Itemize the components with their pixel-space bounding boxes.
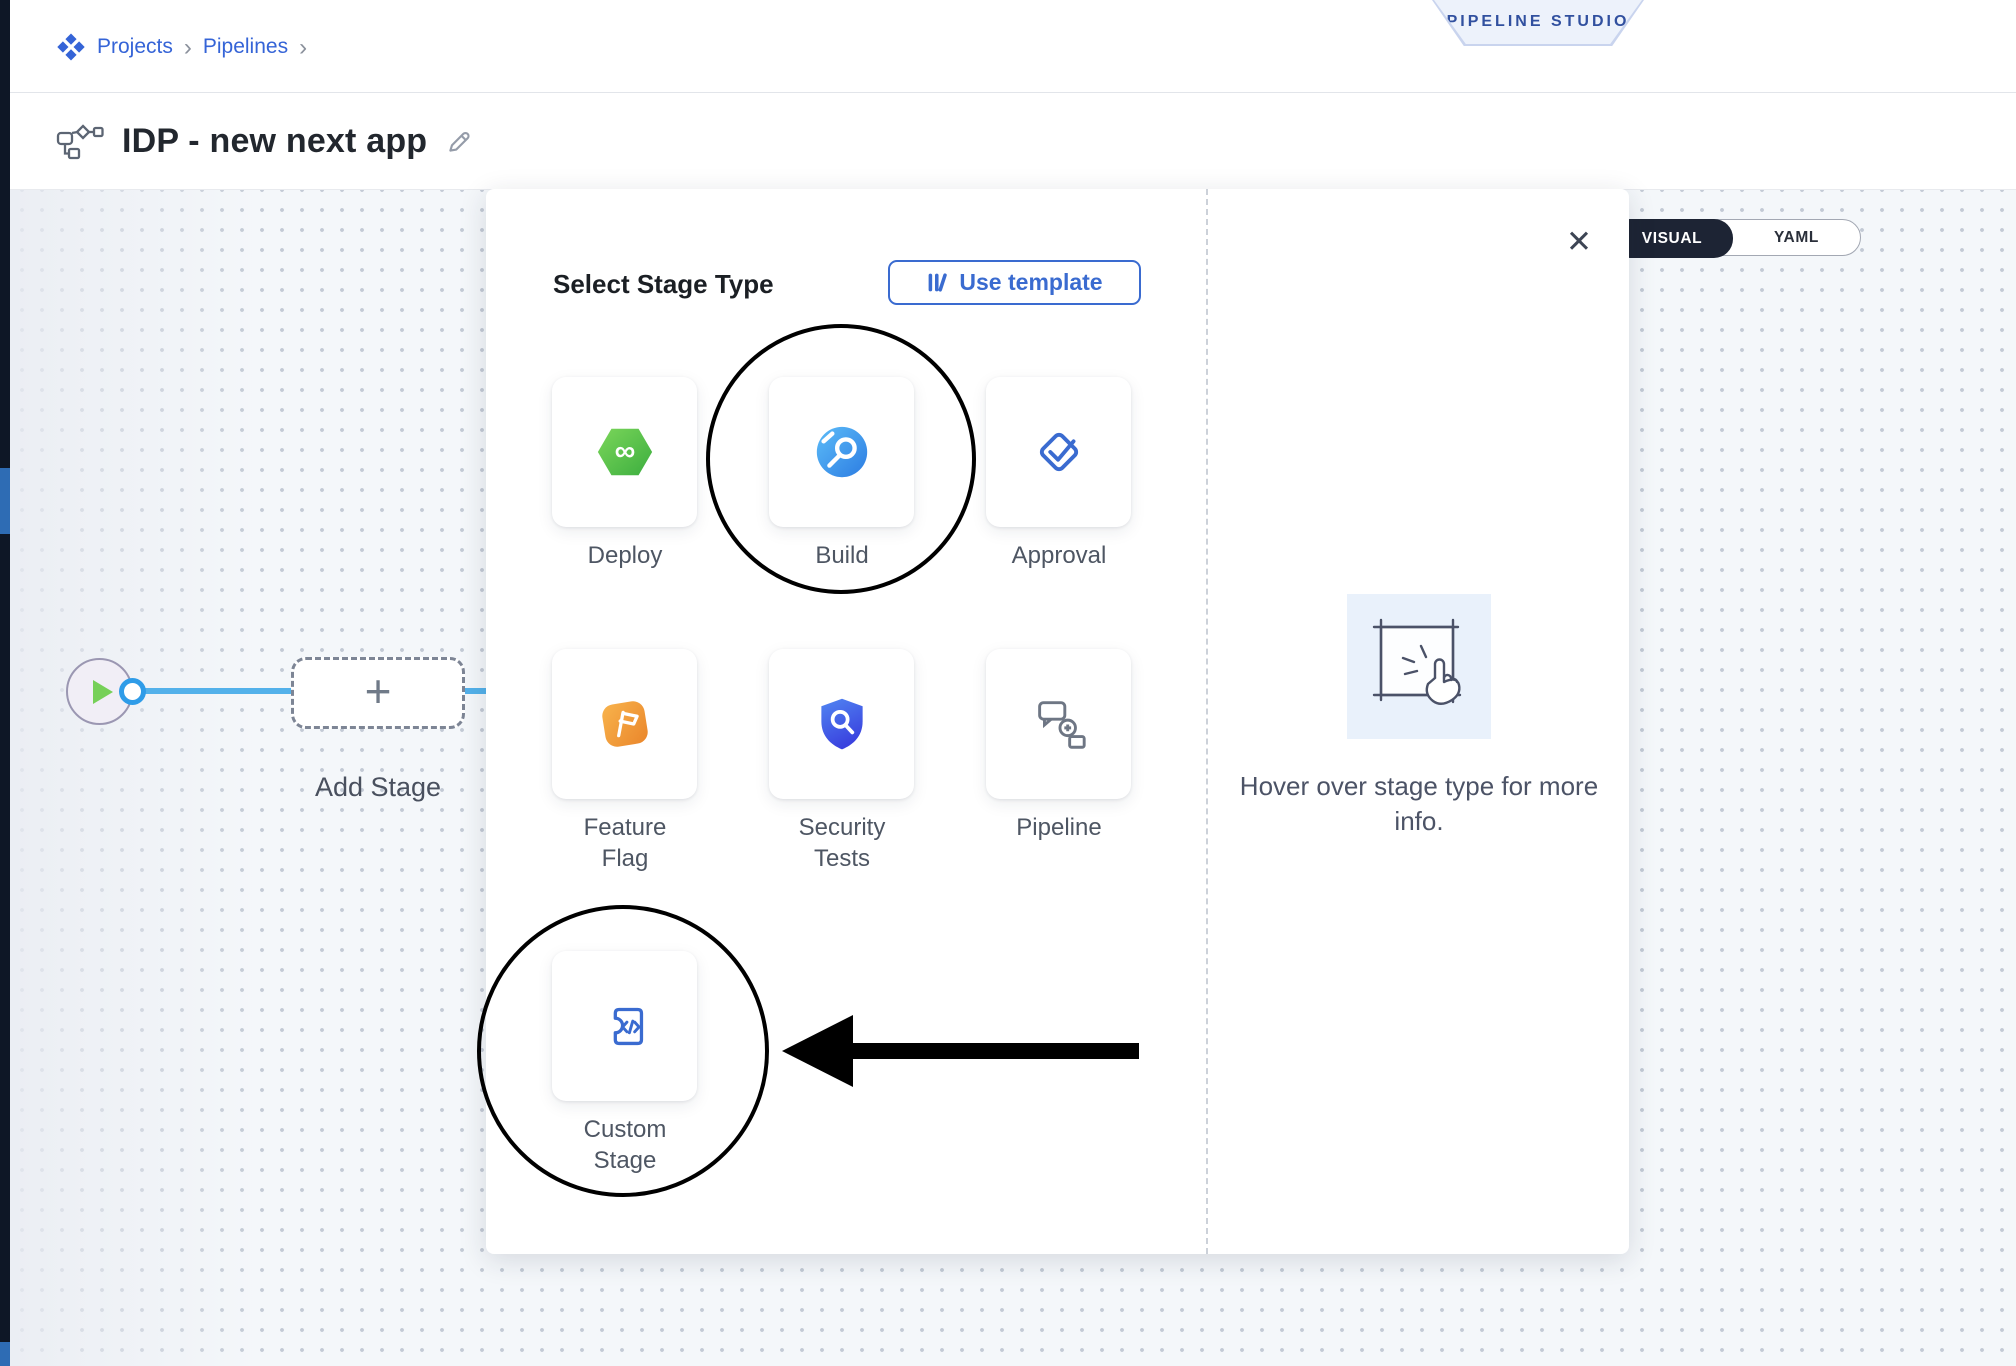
toggle-yaml-option[interactable]: YAML (1733, 220, 1860, 255)
stage-label-security-tests: Security Tests (777, 813, 907, 874)
close-icon[interactable]: ✕ (1559, 222, 1599, 262)
pipeline-graph-icon (1028, 693, 1090, 755)
left-rail (0, 0, 10, 1366)
breadcrumb-pipelines-link[interactable]: Pipelines (203, 35, 288, 59)
stage-label-deploy: Deploy (560, 541, 690, 572)
left-rail-bottom-segment (0, 1342, 10, 1366)
hover-info-text: Hover over stage type for more info. (1237, 769, 1601, 839)
select-stage-type-modal: ✕ Select Stage Type Use template ∞ Deplo… (486, 189, 1629, 1254)
edit-pencil-icon[interactable] (445, 128, 473, 156)
visual-yaml-toggle[interactable]: VISUAL YAML (1611, 219, 1861, 256)
hover-info-illustration (1347, 594, 1491, 739)
click-stage-sketch-icon (1347, 594, 1491, 739)
stage-card-security-tests[interactable] (769, 649, 914, 799)
stage-label-build: Build (777, 541, 907, 572)
stage-card-approval[interactable] (986, 377, 1131, 527)
stage-label-pipeline: Pipeline (994, 813, 1124, 844)
pipeline-title-bar: IDP - new next app VISUAL YAML (0, 93, 2016, 190)
pipeline-studio-badge: PIPELINE STUDIO (1432, 0, 1644, 46)
deploy-hexagon-infinity-icon: ∞ (594, 421, 656, 483)
chevron-right-icon: › (184, 34, 192, 60)
security-shield-scan-icon (812, 693, 872, 755)
custom-stage-code-icon (594, 995, 656, 1057)
add-stage-button[interactable]: + (291, 657, 465, 729)
modal-section-divider (1206, 189, 1208, 1254)
add-stage-label: Add Stage (268, 772, 488, 803)
svg-text:∞: ∞ (614, 436, 635, 468)
left-rail-active-segment (0, 468, 10, 534)
stage-label-feature-flag: Feature Flag (560, 813, 690, 874)
plus-icon: + (365, 668, 392, 714)
flow-connector-line (140, 688, 291, 694)
use-template-button[interactable]: Use template (888, 260, 1141, 305)
stage-card-custom-stage[interactable] (552, 951, 697, 1101)
use-template-label: Use template (959, 269, 1102, 296)
stage-card-feature-flag[interactable] (552, 649, 697, 799)
chevron-right-icon: › (299, 34, 307, 60)
stage-card-deploy[interactable]: ∞ (552, 377, 697, 527)
page-title: IDP - new next app (122, 122, 427, 161)
play-icon (93, 680, 113, 704)
breadcrumb-projects-link[interactable]: Projects (97, 35, 173, 59)
pipeline-studio-page: + Add Stage Projects › Pipelines › PIPEL… (0, 0, 2016, 1366)
pipeline-graph-icon (56, 124, 104, 160)
stage-label-approval: Approval (994, 541, 1124, 572)
modal-title: Select Stage Type (553, 269, 774, 300)
stage-label-custom-stage: Custom Stage (560, 1115, 690, 1176)
stage-card-pipeline[interactable] (986, 649, 1131, 799)
approval-diamond-check-icon (1028, 421, 1090, 483)
pipeline-studio-badge-label: PIPELINE STUDIO (1432, 0, 1644, 44)
harness-logo-icon (56, 32, 86, 62)
breadcrumb: Projects › Pipelines › (56, 0, 307, 93)
top-navigation-bar: Projects › Pipelines › PIPELINE STUDIO (0, 0, 2016, 93)
connector-port-icon[interactable] (119, 678, 146, 705)
toggle-visual-option[interactable]: VISUAL (1611, 219, 1733, 258)
build-ci-circle-icon (811, 421, 873, 483)
stage-card-build[interactable] (769, 377, 914, 527)
template-library-icon (926, 271, 949, 294)
feature-flag-icon (594, 693, 656, 755)
